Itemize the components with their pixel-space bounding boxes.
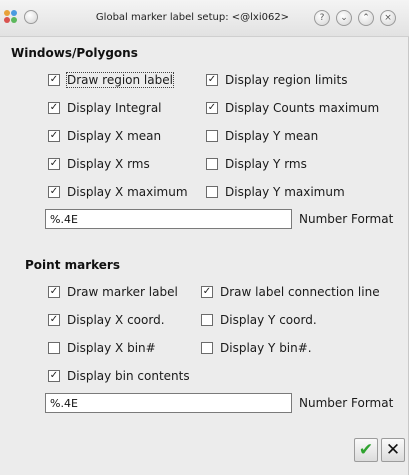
option-display-x-mean[interactable]: ✓ Display X mean [48,127,161,145]
option-display-y-rms[interactable]: Display Y rms [206,155,307,173]
title-bar-right-controls: ? ⌄ ⌃ × [314,10,396,26]
option-draw-marker-label[interactable]: ✓ Draw marker label [48,283,178,301]
option-label: Draw region label [66,72,174,88]
option-label: Display Y maximum [225,185,345,199]
checkbox[interactable]: ✓ [48,286,60,298]
windows-number-format-label: Number Format [299,212,394,226]
checkbox[interactable]: ✓ [201,286,213,298]
option-display-y-coord[interactable]: Display Y coord. [201,311,317,329]
section-title-point-markers: Point markers [25,258,120,272]
option-label: Draw label connection line [220,285,380,299]
point-number-format-input[interactable] [45,393,292,413]
section-title-windows-polygons: Windows/Polygons [11,46,138,60]
option-label: Display Y coord. [220,313,317,327]
option-label: Display X rms [67,157,150,171]
checkbox[interactable] [206,186,218,198]
close-icon: ✕ [385,439,401,460]
point-number-format-label: Number Format [299,396,394,410]
option-label: Display Counts maximum [225,101,380,115]
option-label: Display X maximum [67,185,188,199]
checkbox[interactable]: ✓ [48,130,60,142]
option-label: Display Y bin#. [220,341,312,355]
checkbox[interactable] [206,158,218,170]
option-label: Display X mean [67,129,162,143]
option-label: Draw marker label [67,285,178,299]
option-draw-region-label[interactable]: ✓ Draw region label [48,71,174,89]
checkbox[interactable] [201,342,213,354]
option-display-x-maximum[interactable]: ✓ Display X maximum [48,183,188,201]
checkmark-icon: ✔ [358,439,374,460]
option-display-y-maximum[interactable]: Display Y maximum [206,183,345,201]
option-display-region-limits[interactable]: ✓ Display region limits [206,71,347,89]
checkbox[interactable] [48,342,60,354]
checkbox[interactable]: ✓ [48,370,60,382]
ok-button[interactable]: ✔ [354,438,378,462]
dialog-window: Global marker label setup: <@lxi062> ? ⌄… [0,0,409,475]
close-button[interactable]: × [380,10,396,26]
checkbox[interactable]: ✓ [48,74,60,86]
option-label: Display region limits [225,73,348,87]
option-display-integral[interactable]: ✓ Display Integral [48,99,162,117]
option-label: Display bin contents [67,369,190,383]
help-button[interactable]: ? [314,10,330,26]
option-display-y-mean[interactable]: Display Y mean [206,127,318,145]
checkbox[interactable]: ✓ [206,74,218,86]
option-display-x-bin[interactable]: Display X bin# [48,339,156,357]
option-display-x-rms[interactable]: ✓ Display X rms [48,155,150,173]
option-label: Display X coord. [67,313,165,327]
option-display-y-bin[interactable]: Display Y bin#. [201,339,312,357]
checkbox[interactable] [206,130,218,142]
checkbox[interactable]: ✓ [48,102,60,114]
windows-number-format-input[interactable] [45,209,292,229]
minimize-button[interactable]: ⌄ [336,10,352,26]
maximize-button[interactable]: ⌃ [358,10,374,26]
checkbox[interactable]: ✓ [48,158,60,170]
checkbox[interactable] [201,314,213,326]
option-label: Display Integral [67,101,162,115]
option-display-counts-maximum[interactable]: ✓ Display Counts maximum [206,99,379,117]
title-bar[interactable]: Global marker label setup: <@lxi062> ? ⌄… [0,0,409,37]
option-label: Display X bin# [67,341,156,355]
option-draw-label-connection-line[interactable]: ✓ Draw label connection line [201,283,380,301]
option-display-bin-contents[interactable]: ✓ Display bin contents [48,367,190,385]
window-title: Global marker label setup: <@lxi062> [95,12,290,23]
option-label: Display Y rms [225,157,307,171]
option-display-x-coord[interactable]: ✓ Display X coord. [48,311,165,329]
checkbox[interactable]: ✓ [48,186,60,198]
checkbox[interactable]: ✓ [206,102,218,114]
option-label: Display Y mean [225,129,319,143]
cancel-button[interactable]: ✕ [381,438,405,462]
checkbox[interactable]: ✓ [48,314,60,326]
